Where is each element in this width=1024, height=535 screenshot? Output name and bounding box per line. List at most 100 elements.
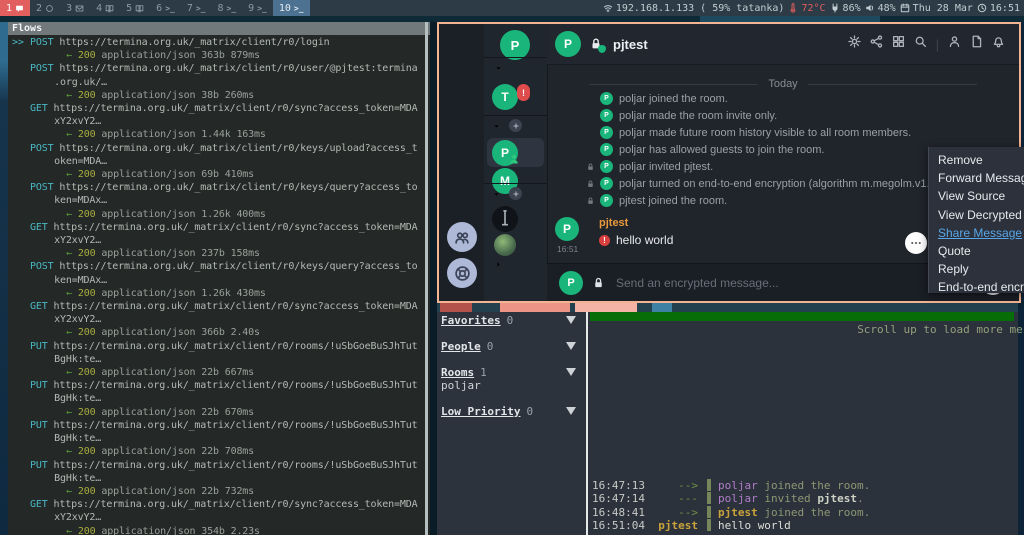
- workspace-2[interactable]: 2: [30, 0, 60, 16]
- chevron-down-icon[interactable]: [492, 122, 501, 131]
- day-divider: Today: [547, 78, 1019, 90]
- bell-icon: [992, 35, 1005, 48]
- log-text: pjtest: [718, 506, 758, 519]
- settings-button[interactable]: [447, 258, 477, 288]
- flow-request-line: PUT https://termina.org.uk/_matrix/clien…: [12, 419, 423, 432]
- header-bell-button[interactable]: [992, 35, 1005, 53]
- response-status: 200: [78, 209, 96, 220]
- flow-row[interactable]: GET https://termina.org.uk/_matrix/clien…: [12, 498, 423, 535]
- header-search-button[interactable]: [914, 35, 927, 53]
- collapse-triangle-icon: [566, 407, 576, 415]
- message-input[interactable]: [614, 275, 972, 291]
- flow-row[interactable]: GET https://termina.org.uk/_matrix/clien…: [12, 102, 423, 142]
- flow-row[interactable]: GET https://termina.org.uk/_matrix/clien…: [12, 221, 423, 261]
- flow-method: PUT: [30, 341, 48, 352]
- header-person-button[interactable]: [948, 35, 961, 53]
- header-icons: |: [848, 35, 1019, 53]
- section-low-priority[interactable]: Low Priority0: [441, 405, 586, 418]
- room-item-poljar[interactable]: poljar: [441, 379, 586, 392]
- flow-request-line: POST https://termina.org.uk/_matrix/clie…: [12, 62, 423, 75]
- menu-item-remove[interactable]: Remove: [929, 151, 1024, 169]
- menu-item-share-message[interactable]: Share Message: [929, 224, 1024, 242]
- add-room-button[interactable]: [509, 187, 522, 200]
- event-text: poljar joined the room.: [619, 93, 728, 105]
- chevron-down-icon[interactable]: [492, 190, 501, 199]
- flow-url-continuation: BgHk:te…: [12, 392, 423, 405]
- section-favorites[interactable]: Favorites0: [441, 314, 586, 327]
- event-text: poljar has allowed guests to join the ro…: [619, 144, 824, 156]
- room-avatar-globe[interactable]: [494, 234, 516, 256]
- workspace-7[interactable]: 7>_: [181, 0, 212, 16]
- workspace-1[interactable]: 1: [0, 0, 30, 16]
- section-people[interactable]: People0: [441, 340, 586, 353]
- header-grid-button[interactable]: [892, 35, 905, 53]
- workspace-9[interactable]: 9>_: [242, 0, 273, 16]
- flow-row[interactable]: PUT https://termina.org.uk/_matrix/clien…: [12, 459, 423, 499]
- chevron-down-icon[interactable]: [494, 64, 503, 73]
- menu-item-end-to-end-encry[interactable]: End-to-end encry: [929, 278, 1024, 296]
- chevron-right-icon[interactable]: [494, 260, 503, 269]
- workspace-6[interactable]: 6>_: [150, 0, 181, 16]
- flow-row[interactable]: PUT https://termina.org.uk/_matrix/clien…: [12, 379, 423, 419]
- log-time: 16:47:13: [592, 479, 652, 492]
- terminal-icon: >_: [165, 4, 175, 13]
- flow-row[interactable]: >>POST https://termina.org.uk/_matrix/cl…: [12, 36, 423, 62]
- flow-row[interactable]: GET https://termina.org.uk/_matrix/clien…: [12, 300, 423, 340]
- workspace-5[interactable]: 5: [120, 0, 150, 16]
- wifi-icon: [603, 3, 613, 13]
- header-gear-button[interactable]: [848, 35, 861, 53]
- workspace-8[interactable]: 8>_: [212, 0, 243, 16]
- taskbar: 123456>_7>_8>_9>_10>_ 192.168.1.133 ( 59…: [0, 0, 1024, 16]
- lock-icon: [586, 162, 595, 172]
- flow-row[interactable]: PUT https://termina.org.uk/_matrix/clien…: [12, 340, 423, 380]
- scrollbar[interactable]: [425, 22, 428, 535]
- encryption-warning-icon: !: [599, 235, 610, 246]
- flow-row[interactable]: PUT https://termina.org.uk/_matrix/clien…: [12, 419, 423, 459]
- response-arrow: ←: [66, 367, 78, 378]
- menu-item-quote[interactable]: Quote: [929, 242, 1024, 260]
- wallpaper-blob: [500, 303, 570, 312]
- workspace-10[interactable]: 10>_: [273, 0, 310, 16]
- header-file-button[interactable]: [970, 35, 983, 53]
- menu-item-reply[interactable]: Reply: [929, 260, 1024, 278]
- response-arrow: ←: [66, 248, 78, 259]
- log-time: 16:47:14: [592, 492, 652, 505]
- circle-icon: [45, 4, 54, 13]
- log-sender: -->: [652, 506, 698, 519]
- event-lock-icon: [586, 94, 600, 104]
- room-avatar[interactable]: P: [555, 31, 581, 57]
- event-text: poljar invited pjtest.: [619, 161, 713, 173]
- event-lock-icon: [586, 145, 600, 155]
- room-avatar-t[interactable]: T: [492, 84, 518, 110]
- flow-url: https://termina.org.uk/_matrix/client/r0…: [54, 143, 418, 154]
- account-avatar[interactable]: P: [500, 30, 530, 60]
- log-text: hello world: [718, 519, 791, 532]
- flow-url: https://termina.org.uk/_matrix/client/r0…: [48, 341, 418, 352]
- add-room-button[interactable]: [509, 119, 522, 132]
- workspace-3[interactable]: 3: [60, 0, 90, 16]
- response-detail: application/json 22b 708ms: [96, 446, 255, 457]
- flow-row[interactable]: POST https://termina.org.uk/_matrix/clie…: [12, 260, 423, 300]
- menu-item-view-decrypted-s[interactable]: View Decrypted S: [929, 206, 1024, 224]
- flow-url: https://termina.org.uk/_matrix/client/r0…: [48, 420, 418, 431]
- log-text: joined the room.: [758, 479, 871, 492]
- menu-item-view-source[interactable]: View Source: [929, 187, 1024, 205]
- workspace-4[interactable]: 4: [90, 0, 120, 16]
- temperature-status: 72°C: [788, 3, 825, 14]
- menu-item-forward-message[interactable]: Forward Message: [929, 169, 1024, 187]
- log-text: poljar: [718, 492, 758, 505]
- message-options-button[interactable]: [905, 232, 927, 254]
- room-avatar-statue[interactable]: [492, 206, 518, 232]
- response-status: 200: [78, 407, 96, 418]
- rooms-filter-button[interactable]: [447, 222, 477, 252]
- flow-row[interactable]: POST https://termina.org.uk/_matrix/clie…: [12, 142, 423, 182]
- flow-url: https://termina.org.uk/_matrix/client/r0…: [48, 301, 418, 312]
- sender-avatar[interactable]: P: [555, 217, 579, 241]
- section-rooms[interactable]: Rooms1poljar: [441, 366, 586, 392]
- flow-row[interactable]: POST https://termina.org.uk/_matrix/clie…: [12, 181, 423, 221]
- flow-method: GET: [30, 103, 48, 114]
- response-detail: application/json 354b 2.23s: [96, 526, 260, 535]
- flow-row[interactable]: POST https://termina.org.uk/_matrix/clie…: [12, 62, 423, 102]
- flow-url-continuation: BgHk:te…: [12, 472, 423, 485]
- header-share-button[interactable]: [870, 35, 883, 53]
